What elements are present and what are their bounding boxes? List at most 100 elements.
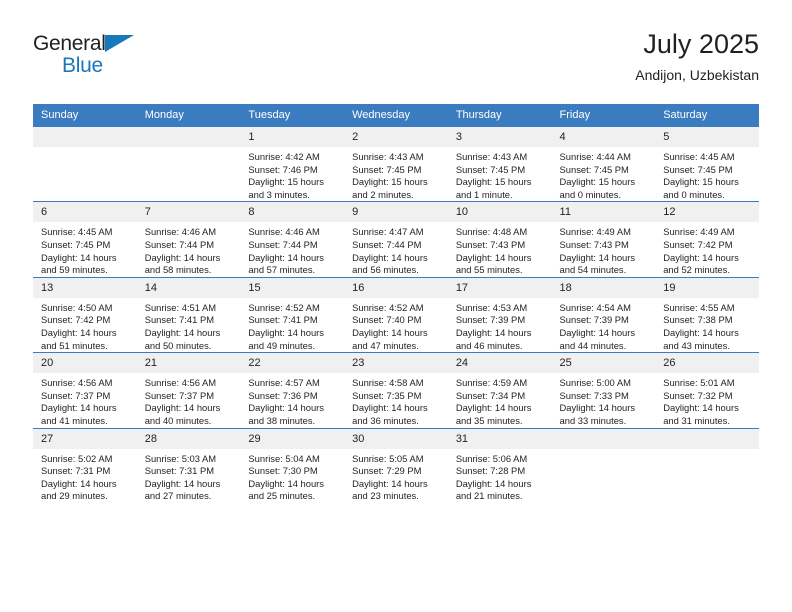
day-number: 15 <box>240 277 345 298</box>
daylight-duration-line2: and 57 minutes. <box>248 264 316 276</box>
daylight-duration-line1: Daylight: 14 hours <box>455 402 532 414</box>
daylight-duration-line2: and 0 minutes. <box>559 188 622 200</box>
day-sun-info: Sunrise: 4:46 AM Sunset: 7:44 PM Daylight:… <box>137 222 241 276</box>
sunrise-time: Sunrise: 4:48 AM <box>455 226 528 238</box>
calendar-day-cell[interactable]: 25 Sunrise: 5:00 AM Sunset: 7:33 PM Dayligh… <box>551 352 656 428</box>
sunrise-time: Sunrise: 5:00 AM <box>559 377 631 389</box>
day-number: 12 <box>655 202 759 223</box>
weekday-header-monday: Monday <box>136 104 241 127</box>
daylight-duration-line2: and 33 minutes. <box>559 414 627 426</box>
daylight-duration-line2: and 43 minutes. <box>663 339 730 351</box>
daylight-duration-line2: and 49 minutes. <box>248 339 316 351</box>
sunset-time: Sunset: 7:37 PM <box>144 389 215 401</box>
daylight-duration-line2: and 40 minutes. <box>144 414 212 426</box>
day-sun-info: Sunrise: 4:55 AM Sunset: 7:38 PM Daylight:… <box>655 298 759 352</box>
day-number: 7 <box>136 202 241 223</box>
daylight-duration-line2: and 46 minutes. <box>455 339 523 351</box>
calendar-body: 1 Sunrise: 4:42 AM Sunset: 7:46 PM Daylight… <box>33 125 759 503</box>
daylight-duration-line1: Daylight: 14 hours <box>559 326 636 338</box>
daylight-duration-line2: and 47 minutes. <box>352 339 419 351</box>
sunrise-time: Sunrise: 4:53 AM <box>455 301 528 313</box>
sunrise-time: Sunrise: 4:45 AM <box>41 226 113 238</box>
calendar-day-cell[interactable]: 22 Sunrise: 4:57 AM Sunset: 7:36 PM Dayligh… <box>240 352 345 428</box>
calendar-day-cell[interactable]: 26 Sunrise: 5:01 AM Sunset: 7:32 PM Dayligh… <box>655 352 759 428</box>
sunrise-time: Sunrise: 4:58 AM <box>352 377 424 389</box>
calendar-day-cell[interactable]: 31 Sunrise: 5:06 AM Sunset: 7:28 PM Dayligh… <box>447 427 552 503</box>
calendar-day-cell[interactable]: 18 Sunrise: 4:54 AM Sunset: 7:39 PM Dayligh… <box>551 276 656 353</box>
calendar-day-cell[interactable]: 16 Sunrise: 4:52 AM Sunset: 7:40 PM Dayligh… <box>344 276 448 353</box>
sunset-time: Sunset: 7:40 PM <box>352 314 422 326</box>
calendar-day-cell[interactable]: 4 Sunrise: 4:44 AM Sunset: 7:45 PM Daylight… <box>551 125 656 202</box>
calendar-day-cell[interactable]: 20 Sunrise: 4:56 AM Sunset: 7:37 PM Dayligh… <box>33 352 137 428</box>
sunrise-time: Sunrise: 4:52 AM <box>248 301 320 313</box>
calendar-day-cell[interactable]: 28 Sunrise: 5:03 AM Sunset: 7:31 PM Dayligh… <box>136 427 241 503</box>
daylight-duration-line1: Daylight: 14 hours <box>352 402 428 414</box>
weekday-header-wednesday: Wednesday <box>344 104 448 127</box>
daylight-duration-line2: and 0 minutes. <box>663 188 725 200</box>
sunrise-time: Sunrise: 4:43 AM <box>455 151 528 162</box>
calendar-day-cell[interactable]: 30 Sunrise: 5:05 AM Sunset: 7:29 PM Dayligh… <box>344 427 448 503</box>
day-sun-info: Sunrise: 4:56 AM Sunset: 7:37 PM Daylight:… <box>137 373 241 427</box>
calendar-day-cell[interactable]: 2 Sunrise: 4:43 AM Sunset: 7:45 PM Daylight… <box>344 125 448 202</box>
daylight-duration-line2: and 1 minute. <box>455 188 513 200</box>
calendar-day-cell[interactable]: 14 Sunrise: 4:51 AM Sunset: 7:41 PM Dayligh… <box>136 276 241 353</box>
daylight-duration-line1: Daylight: 15 hours <box>663 176 739 188</box>
calendar-week-row: 20 Sunrise: 4:56 AM Sunset: 7:37 PM Dayligh… <box>33 352 759 428</box>
day-number: 27 <box>33 428 137 449</box>
day-sun-info: Sunrise: 4:45 AM Sunset: 7:45 PM Daylight:… <box>655 147 759 201</box>
calendar-day-cell[interactable]: 17 Sunrise: 4:53 AM Sunset: 7:39 PM Dayligh… <box>447 276 552 353</box>
daylight-duration-line2: and 56 minutes. <box>352 264 419 276</box>
daylight-duration-line1: Daylight: 14 hours <box>41 326 117 338</box>
sunset-time: Sunset: 7:36 PM <box>248 389 318 401</box>
calendar-day-cell[interactable]: 1 Sunrise: 4:42 AM Sunset: 7:46 PM Daylight… <box>240 125 345 202</box>
calendar-day-cell[interactable]: 7 Sunrise: 4:46 AM Sunset: 7:44 PM Daylight… <box>136 201 241 278</box>
sunset-time: Sunset: 7:31 PM <box>41 465 111 477</box>
sunset-time: Sunset: 7:31 PM <box>144 465 215 477</box>
day-number: 19 <box>655 277 759 298</box>
sunrise-time: Sunrise: 4:47 AM <box>352 226 424 238</box>
sunset-time: Sunset: 7:29 PM <box>352 465 422 477</box>
calendar-day-cell[interactable]: 13 Sunrise: 4:50 AM Sunset: 7:42 PM Dayligh… <box>33 276 137 353</box>
calendar-day-cell[interactable]: 29 Sunrise: 5:04 AM Sunset: 7:30 PM Dayligh… <box>240 427 345 503</box>
sunset-time: Sunset: 7:46 PM <box>248 163 318 175</box>
calendar-day-cell[interactable]: 10 Sunrise: 4:48 AM Sunset: 7:43 PM Dayligh… <box>447 201 552 278</box>
day-number: 31 <box>447 428 552 449</box>
day-number: 1 <box>240 127 345 147</box>
calendar-day-cell[interactable]: 5 Sunrise: 4:45 AM Sunset: 7:45 PM Daylight… <box>655 125 759 202</box>
daylight-duration-line1: Daylight: 14 hours <box>41 251 117 263</box>
day-sun-info: Sunrise: 4:50 AM Sunset: 7:42 PM Daylight:… <box>33 298 137 352</box>
calendar-day-cell[interactable]: 12 Sunrise: 4:49 AM Sunset: 7:42 PM Dayligh… <box>655 201 759 278</box>
calendar-day-cell[interactable]: 23 Sunrise: 4:58 AM Sunset: 7:35 PM Dayligh… <box>344 352 448 428</box>
day-number: 20 <box>33 353 137 374</box>
calendar-day-cell[interactable]: 3 Sunrise: 4:43 AM Sunset: 7:45 PM Daylight… <box>447 125 552 202</box>
daylight-duration-line1: Daylight: 14 hours <box>455 251 532 263</box>
calendar-day-cell[interactable]: 6 Sunrise: 4:45 AM Sunset: 7:45 PM Daylight… <box>33 201 137 278</box>
weekday-header-sunday: Sunday <box>33 104 137 127</box>
logo-text-general: General <box>33 32 106 55</box>
calendar-day-cell[interactable]: 21 Sunrise: 4:56 AM Sunset: 7:37 PM Dayligh… <box>136 352 241 428</box>
day-sun-info: Sunrise: 4:54 AM Sunset: 7:39 PM Daylight:… <box>552 298 656 352</box>
weekday-header-tuesday: Tuesday <box>240 104 345 127</box>
sunrise-time: Sunrise: 4:56 AM <box>144 377 217 389</box>
calendar-day-cell[interactable]: 11 Sunrise: 4:49 AM Sunset: 7:43 PM Dayligh… <box>551 201 656 278</box>
day-sun-info: Sunrise: 4:48 AM Sunset: 7:43 PM Daylight:… <box>448 222 552 276</box>
page-title: July 2025 <box>643 29 759 59</box>
day-sun-info: Sunrise: 4:42 AM Sunset: 7:46 PM Daylight:… <box>240 147 344 201</box>
sunset-time: Sunset: 7:38 PM <box>663 314 733 326</box>
calendar-day-cell[interactable]: 9 Sunrise: 4:47 AM Sunset: 7:44 PM Daylight… <box>344 201 448 278</box>
weekday-header-saturday: Saturday <box>655 104 759 127</box>
day-sun-info: Sunrise: 4:52 AM Sunset: 7:40 PM Daylight:… <box>344 298 448 352</box>
calendar-day-cell[interactable]: 15 Sunrise: 4:52 AM Sunset: 7:41 PM Dayligh… <box>240 276 345 353</box>
weekday-header-thursday: Thursday <box>447 104 552 127</box>
triangle-icon <box>105 35 134 52</box>
general-blue-logo[interactable]: General Blue <box>33 28 153 89</box>
calendar-grid: Sunday Monday Tuesday Wednesday Thursday… <box>33 104 759 503</box>
title-block: July 2025 Andijon, Uzbekistan <box>635 28 759 85</box>
calendar-day-cell[interactable]: 27 Sunrise: 5:02 AM Sunset: 7:31 PM Dayligh… <box>33 427 137 503</box>
daylight-duration-line1: Daylight: 14 hours <box>144 251 221 263</box>
sunset-time: Sunset: 7:41 PM <box>248 314 318 326</box>
day-sun-info: Sunrise: 5:01 AM Sunset: 7:32 PM Daylight:… <box>655 373 759 427</box>
calendar-day-cell[interactable]: 19 Sunrise: 4:55 AM Sunset: 7:38 PM Dayligh… <box>655 276 759 353</box>
calendar-day-cell[interactable]: 8 Sunrise: 4:46 AM Sunset: 7:44 PM Daylight… <box>240 201 345 278</box>
calendar-day-cell[interactable]: 24 Sunrise: 4:59 AM Sunset: 7:34 PM Dayligh… <box>447 352 552 428</box>
